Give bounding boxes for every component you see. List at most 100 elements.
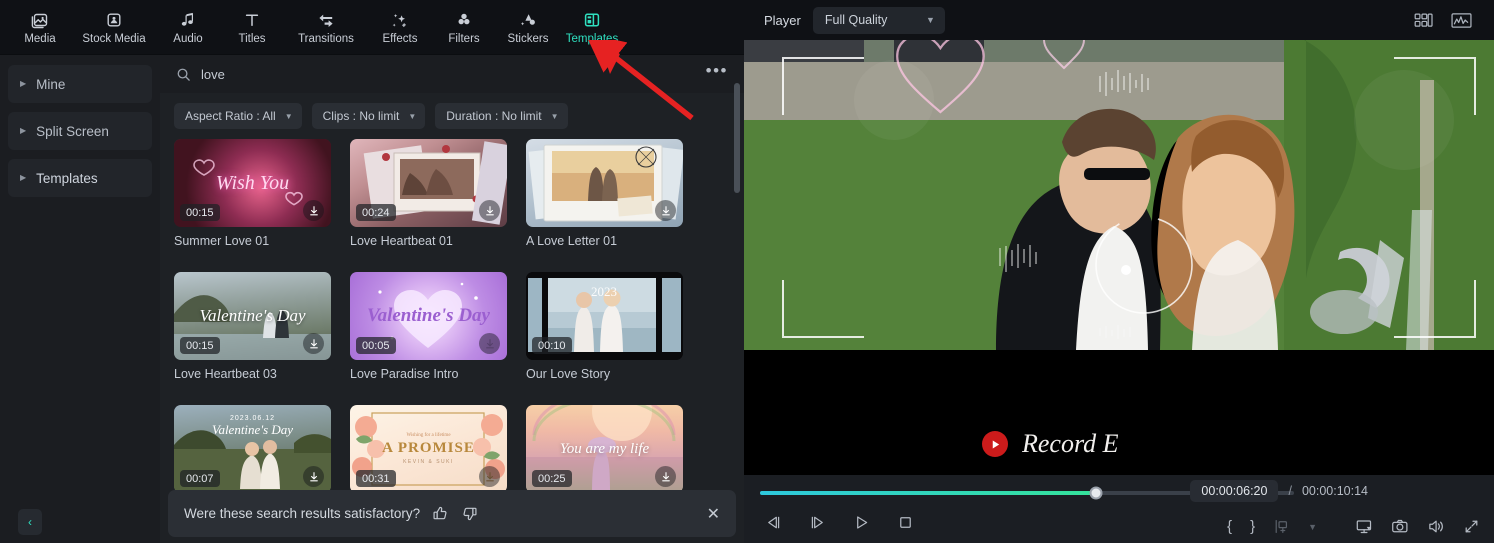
waveform-icon[interactable] xyxy=(1451,12,1472,29)
template-thumbnail[interactable]: 2023.06.12 Valentine's Day 00:07 xyxy=(174,405,331,493)
tab-templates[interactable]: Templates xyxy=(560,1,624,53)
template-card[interactable]: 2023.06.12 Valentine's Day 00:07 xyxy=(174,405,331,500)
download-button[interactable] xyxy=(479,200,500,221)
tab-label: Transitions xyxy=(298,32,354,45)
template-card[interactable]: 00:24 Love Heartbeat 01 xyxy=(350,139,507,248)
camera-icon[interactable] xyxy=(1391,518,1409,535)
thumbs-up-icon[interactable] xyxy=(432,505,449,522)
add-marker-icon[interactable] xyxy=(1273,518,1290,535)
template-card[interactable]: Wishing for a lifetime A PROMISE KEVIN &… xyxy=(350,405,507,500)
tab-media[interactable]: Media xyxy=(8,1,72,53)
download-button[interactable] xyxy=(655,466,676,487)
display-icon[interactable] xyxy=(1355,518,1373,535)
library-body: ▶ Mine ▶ Split Screen ▶ Templates ‹ love… xyxy=(0,55,744,543)
template-card[interactable]: A Love Letter 01 xyxy=(526,139,683,248)
download-button[interactable] xyxy=(479,333,500,354)
scrollbar-thumb[interactable] xyxy=(734,83,740,193)
tab-audio[interactable]: Audio xyxy=(156,1,220,53)
transport-buttons xyxy=(760,509,918,535)
player-header: Player Full Quality ▼ xyxy=(744,0,1494,40)
tab-effects[interactable]: Effects xyxy=(368,1,432,53)
template-card[interactable]: Valentine's Day 00:05 Love Paradise Intr… xyxy=(350,272,507,381)
download-button[interactable] xyxy=(303,200,324,221)
play-button[interactable] xyxy=(848,509,874,535)
thumbs-down-icon[interactable] xyxy=(461,505,478,522)
search-input[interactable] xyxy=(201,66,694,82)
download-button[interactable] xyxy=(655,200,676,221)
download-button[interactable] xyxy=(303,333,324,354)
tab-transitions[interactable]: Transitions xyxy=(284,1,368,53)
player-panel: Player Full Quality ▼ Record E 00:00:06:… xyxy=(744,0,1494,543)
template-name: A Love Letter 01 xyxy=(526,234,618,248)
tab-label: Media xyxy=(24,32,56,45)
template-name: Love Heartbeat 01 xyxy=(350,234,453,248)
template-thumbnail[interactable]: Valentine's Day 00:05 xyxy=(350,272,507,360)
chevron-down-icon[interactable]: ▼ xyxy=(1308,522,1317,532)
download-button[interactable] xyxy=(479,466,500,487)
templates-icon xyxy=(582,10,602,30)
expand-icon[interactable] xyxy=(1463,518,1480,535)
template-card[interactable]: You are my life 00:25 xyxy=(526,405,683,500)
chevron-down-icon: ▼ xyxy=(925,15,935,25)
mark-out-button[interactable]: } xyxy=(1250,518,1255,535)
sidebar-item-label: Templates xyxy=(36,170,98,186)
template-thumbnail[interactable] xyxy=(526,139,683,227)
filter-label: Duration : No limit xyxy=(446,109,542,123)
sidebar-item-label: Mine xyxy=(36,76,66,92)
tab-stickers[interactable]: Stickers xyxy=(496,1,560,53)
template-card[interactable]: Valentine's Day 00:15 Love Heartbeat 03 xyxy=(174,272,331,381)
filter-clips[interactable]: Clips : No limit ▼ xyxy=(311,103,426,129)
video-preview[interactable] xyxy=(744,40,1494,350)
collapse-panel-button[interactable]: ‹ xyxy=(18,509,42,535)
filter-chip-row: Aspect Ratio : All ▼ Clips : No limit ▼ … xyxy=(160,93,744,139)
filter-duration[interactable]: Duration : No limit ▼ xyxy=(435,103,568,129)
tab-titles[interactable]: Titles xyxy=(220,1,284,53)
template-thumbnail[interactable]: 2023 00:10 xyxy=(526,272,683,360)
templates-scrollbar[interactable] xyxy=(734,55,740,543)
player-right-controls: { } ▼ xyxy=(1227,518,1480,535)
template-thumbnail[interactable]: Valentine's Day 00:15 xyxy=(174,272,331,360)
template-card[interactable]: Wish You 00:15 Summer Love 01 xyxy=(174,139,331,248)
quality-value: Full Quality xyxy=(824,13,888,27)
template-grid: Wish You 00:15 Summer Love 01 00:24 Love… xyxy=(160,139,744,543)
template-thumbnail[interactable]: Wish You 00:15 xyxy=(174,139,331,227)
template-thumbnail[interactable]: Wishing for a lifetime A PROMISE KEVIN &… xyxy=(350,405,507,493)
effects-icon xyxy=(390,10,410,30)
player-label: Player xyxy=(764,12,801,28)
tab-label: Effects xyxy=(382,32,418,45)
tab-filters[interactable]: Filters xyxy=(432,1,496,53)
filter-aspect-ratio[interactable]: Aspect Ratio : All ▼ xyxy=(174,103,302,129)
duration-badge: 00:07 xyxy=(180,470,220,487)
next-frame-button[interactable] xyxy=(804,509,830,535)
sidebar-item-mine[interactable]: ▶ Mine xyxy=(8,65,152,103)
grid-layout-icon[interactable] xyxy=(1414,12,1433,29)
stop-button[interactable] xyxy=(892,509,918,535)
speaker-icon[interactable] xyxy=(1427,518,1445,535)
chevron-right-icon: ▶ xyxy=(20,173,27,182)
sidebar-item-templates[interactable]: ▶ Templates xyxy=(8,159,152,197)
template-thumbnail[interactable]: 00:24 xyxy=(350,139,507,227)
more-options-button[interactable]: ••• xyxy=(704,61,730,87)
library-tabstrip: Media Stock Media Audio Titles Transitio… xyxy=(0,0,744,55)
quality-select[interactable]: Full Quality ▼ xyxy=(812,6,945,34)
search-icon xyxy=(176,67,191,82)
duration-badge: 00:10 xyxy=(532,337,572,354)
template-card[interactable]: 2023 00:10 Our Love Story xyxy=(526,272,683,381)
tab-label: Stock Media xyxy=(82,32,146,45)
player-header-actions xyxy=(1414,12,1482,29)
prev-frame-button[interactable] xyxy=(760,509,786,535)
close-icon[interactable]: ✕ xyxy=(707,504,720,524)
seek-handle[interactable] xyxy=(1089,486,1103,500)
download-button[interactable] xyxy=(303,466,324,487)
sidebar-item-split-screen[interactable]: ▶ Split Screen xyxy=(8,112,152,150)
tab-stock-media[interactable]: Stock Media xyxy=(72,1,156,53)
duration-badge: 00:15 xyxy=(180,204,220,221)
tab-label: Stickers xyxy=(507,32,549,45)
current-time[interactable]: 00:00:06:20 xyxy=(1190,480,1279,502)
template-thumbnail[interactable]: You are my life 00:25 xyxy=(526,405,683,493)
duration-badge: 00:15 xyxy=(180,337,220,354)
video-stage[interactable]: Record E xyxy=(744,40,1494,475)
time-display: 00:00:06:20 / 00:00:10:14 xyxy=(1190,480,1368,502)
mark-in-button[interactable]: { xyxy=(1227,518,1232,535)
template-name: Love Heartbeat 03 xyxy=(174,367,277,381)
